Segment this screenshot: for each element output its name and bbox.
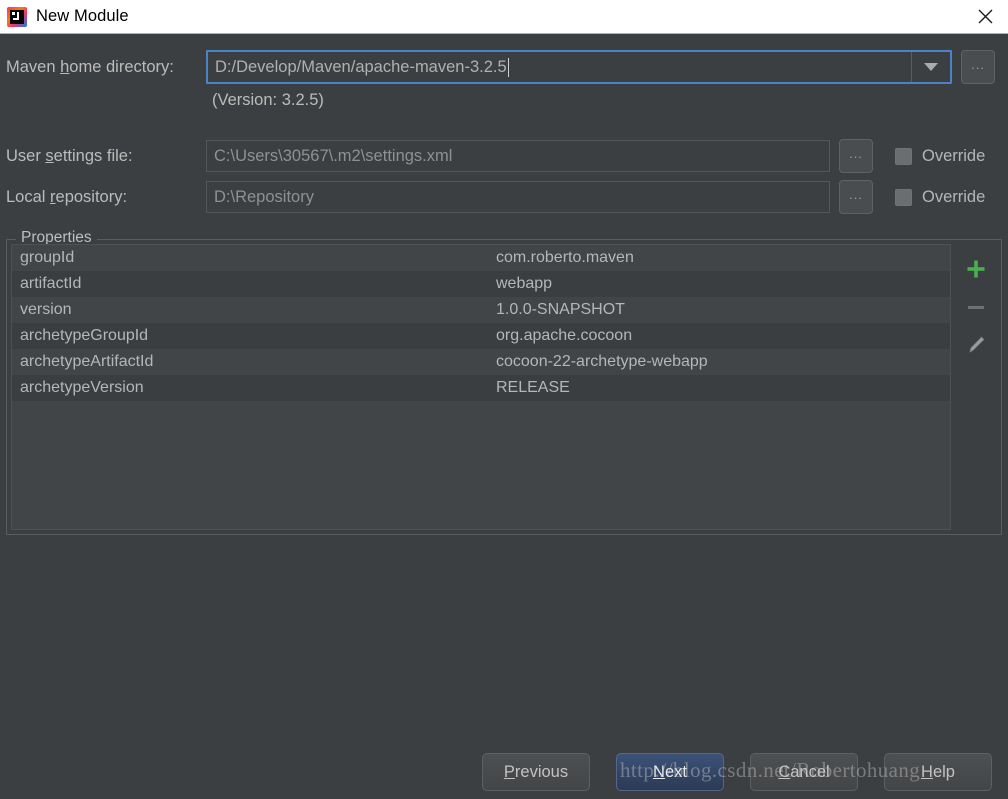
text-cursor <box>507 57 509 77</box>
maven-version-note: (Version: 3.2.5) <box>212 91 324 109</box>
user-settings-browse-button[interactable]: ... <box>839 139 873 173</box>
local-repository-override[interactable]: Override <box>895 188 985 207</box>
local-repository-label: Local repository: <box>6 187 128 206</box>
window-title: New Module <box>36 7 129 25</box>
user-settings-row: User settings file: C:\Users\30567\.m2\s… <box>0 139 1008 173</box>
maven-home-combobox[interactable]: D:/Develop/Maven/apache-maven-3.2.5 <box>206 50 952 84</box>
maven-home-value: D:/Develop/Maven/apache-maven-3.2.5 <box>215 57 507 76</box>
local-repository-row: Local repository: D:\Repository ... Over… <box>0 180 1008 214</box>
property-value-cell: org.apache.cocoon <box>496 327 633 344</box>
properties-table-empty-area[interactable] <box>12 401 950 529</box>
title-bar: New Module <box>0 0 1008 34</box>
local-repository-override-checkbox[interactable] <box>895 188 912 206</box>
edit-property-button[interactable] <box>959 328 993 362</box>
remove-property-button[interactable] <box>959 290 993 324</box>
user-settings-override-checkbox[interactable] <box>895 147 912 165</box>
maven-home-label: Maven home directory: <box>6 57 174 76</box>
property-value-cell: RELEASE <box>496 379 570 396</box>
user-settings-value: C:\Users\30567\.m2\settings.xml <box>214 146 453 165</box>
property-name-cell: archetypeVersion <box>20 379 144 396</box>
property-value-cell: 1.0.0-SNAPSHOT <box>496 301 625 318</box>
property-name-cell: version <box>20 301 72 318</box>
local-repository-input[interactable]: D:\Repository <box>206 181 830 213</box>
table-row[interactable]: archetypeGroupId org.apache.cocoon <box>12 323 950 349</box>
maven-version-row: (Version: 3.2.5) <box>0 91 1008 110</box>
table-row[interactable]: archetypeArtifactId cocoon-22-archetype-w… <box>12 349 950 375</box>
table-row[interactable]: version 1.0.0-SNAPSHOT <box>12 297 950 323</box>
property-name-cell: archetypeGroupId <box>20 327 149 344</box>
property-value-cell: com.roberto.maven <box>496 249 634 266</box>
dialog-button-bar: Previous Next Cancel Help <box>0 753 1008 791</box>
maven-home-browse-button[interactable]: ... <box>961 50 995 84</box>
local-repository-value: D:\Repository <box>214 187 314 206</box>
local-repository-override-label: Override <box>922 187 986 206</box>
maven-home-row: Maven home directory: D:/Develop/Maven/a… <box>0 50 1008 84</box>
new-module-dialog: Maven home directory: D:/Develop/Maven/a… <box>0 34 1008 799</box>
cancel-button[interactable]: Cancel <box>750 753 858 791</box>
user-settings-override-label: Override <box>922 146 986 165</box>
table-row[interactable]: archetypeVersion RELEASE <box>12 375 950 401</box>
properties-group: Properties groupId com.roberto.maven artif… <box>6 229 1002 535</box>
chevron-down-icon <box>924 63 938 71</box>
local-repository-browse-button[interactable]: ... <box>839 180 873 214</box>
property-value-cell: cocoon-22-archetype-webapp <box>496 353 708 370</box>
table-row[interactable]: groupId com.roberto.maven <box>12 245 950 271</box>
pencil-icon <box>969 336 985 353</box>
close-button[interactable] <box>962 0 1008 32</box>
property-name-cell: archetypeArtifactId <box>20 353 154 370</box>
table-row[interactable]: artifactId webapp <box>12 271 950 297</box>
property-value-cell: webapp <box>496 275 553 292</box>
maven-home-dropdown-button[interactable] <box>911 52 950 82</box>
minus-icon <box>968 306 984 309</box>
properties-table[interactable]: groupId com.roberto.maven artifactId webapp… <box>11 244 951 530</box>
maven-home-input[interactable]: D:/Develop/Maven/apache-maven-3.2.5 <box>208 52 911 82</box>
user-settings-label: User settings file: <box>6 146 133 165</box>
next-button[interactable]: Next <box>616 753 724 791</box>
property-name-cell: groupId <box>20 249 75 266</box>
add-property-button[interactable] <box>959 252 993 286</box>
property-name-cell: artifactId <box>20 275 82 292</box>
previous-button[interactable]: Previous <box>482 753 590 791</box>
intellij-idea-icon <box>7 6 27 27</box>
plus-icon <box>967 260 985 278</box>
help-button[interactable]: Help <box>884 753 992 791</box>
user-settings-override[interactable]: Override <box>895 147 985 166</box>
user-settings-input[interactable]: C:\Users\30567\.m2\settings.xml <box>206 140 830 172</box>
properties-toolbar <box>953 244 999 530</box>
close-icon <box>978 9 992 23</box>
